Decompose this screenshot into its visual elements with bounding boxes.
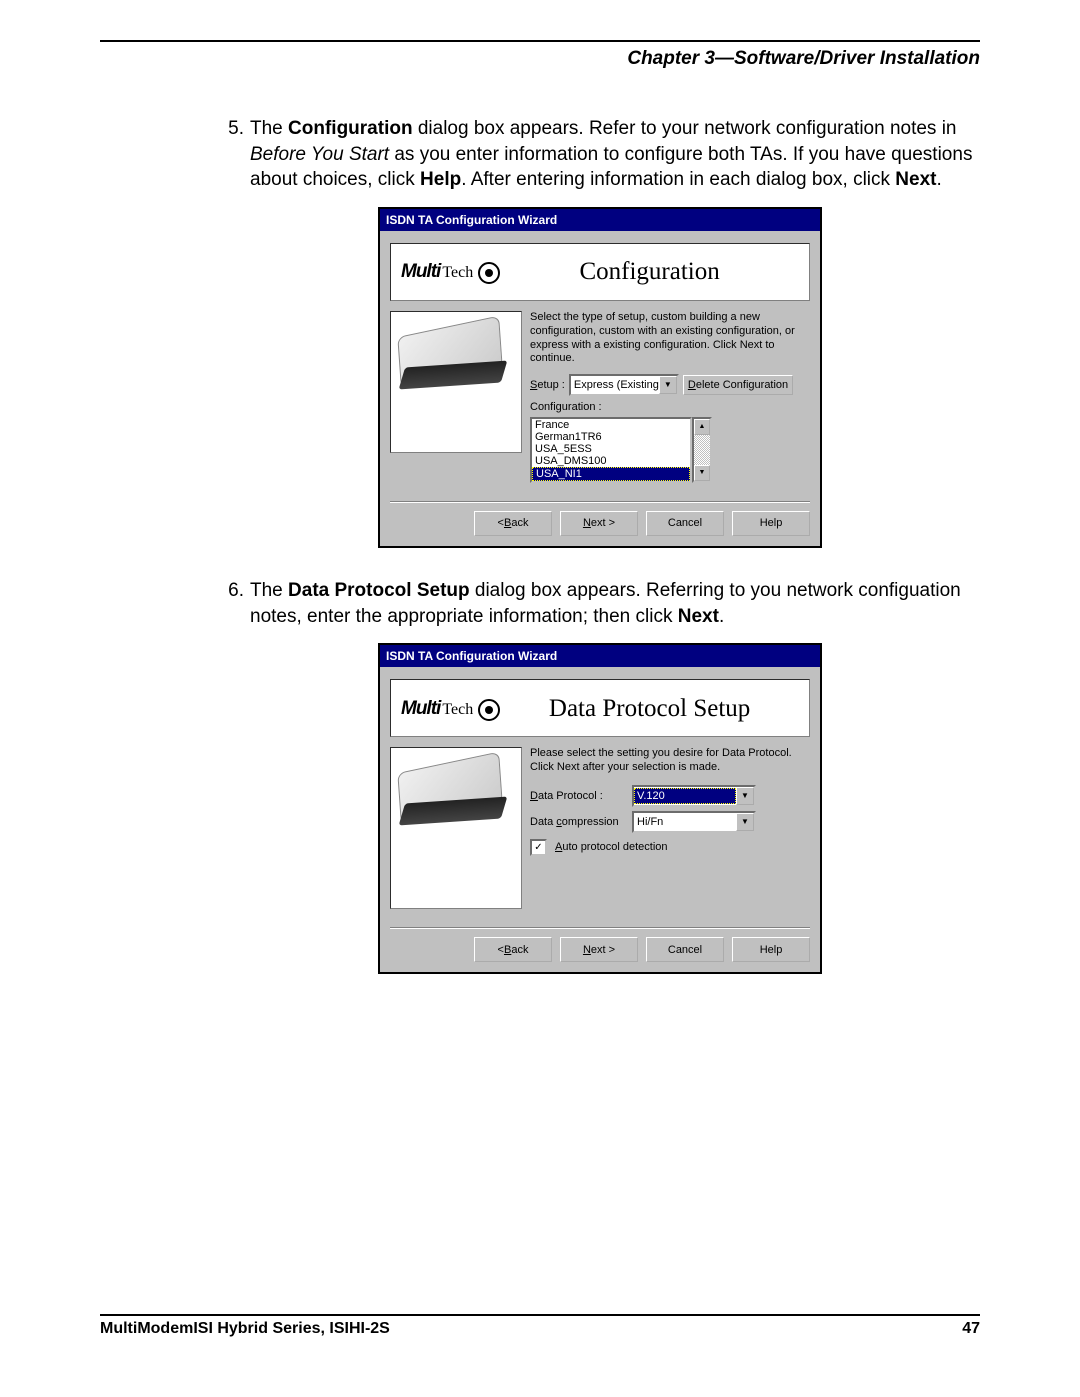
configuration-label: Configuration : [530, 400, 810, 415]
page-footer: MultiModemISI Hybrid Series, ISIHI-2S 47 [100, 1314, 980, 1338]
list-item-selected[interactable]: USA_NI1 [532, 467, 690, 481]
configuration-listbox[interactable]: France German1TR6 USA_5ESS USA_DMS100 US… [530, 417, 692, 483]
delete-configuration-button[interactable]: Delete Configuration [683, 375, 793, 395]
dialog-titlebar: ISDN TA Configuration Wizard [380, 645, 820, 667]
chevron-down-icon[interactable]: ▼ [736, 787, 754, 805]
scroll-down-icon[interactable]: ▼ [694, 465, 710, 481]
back-button[interactable]: < Back [474, 937, 552, 962]
dialog-banner: MultiTech Configuration [390, 243, 810, 301]
step-5-num: 5. [220, 116, 244, 193]
page-number: 47 [962, 1320, 980, 1338]
data-protocol-dropdown[interactable]: V.120 ▼ [632, 785, 756, 807]
scroll-up-icon[interactable]: ▲ [694, 419, 710, 435]
list-item[interactable]: German1TR6 [532, 431, 690, 443]
listbox-scrollbar[interactable]: ▲ ▼ [692, 417, 712, 483]
setup-dropdown[interactable]: Express (Existing) ▼ [569, 374, 679, 396]
step-6: 6. The Data Protocol Setup dialog box ap… [220, 578, 980, 629]
data-compression-dropdown[interactable]: Hi/Fn ▼ [632, 811, 756, 833]
data-protocol-wizard-dialog: ISDN TA Configuration Wizard MultiTech D… [378, 643, 822, 974]
multitech-logo: MultiTech [401, 259, 500, 285]
device-image [390, 311, 522, 453]
device-image [390, 747, 522, 909]
multitech-logo: MultiTech [401, 696, 500, 722]
step-6-num: 6. [220, 578, 244, 629]
cancel-button[interactable]: Cancel [646, 937, 724, 962]
instruction-text: Select the type of setup, custom buildin… [530, 311, 810, 366]
help-button[interactable]: Help [732, 937, 810, 962]
list-item[interactable]: France [532, 419, 690, 431]
chevron-down-icon[interactable]: ▼ [659, 376, 677, 394]
step-5-text: The Configuration dialog box appears. Re… [250, 116, 980, 193]
dialog-titlebar: ISDN TA Configuration Wizard [380, 209, 820, 231]
help-button[interactable]: Help [732, 511, 810, 536]
list-item[interactable]: USA_DMS100 [532, 455, 690, 467]
auto-protocol-label: Auto protocol detection [555, 840, 668, 855]
next-button[interactable]: Next > [560, 511, 638, 536]
chapter-header: Chapter 3—Software/Driver Installation [100, 48, 980, 70]
data-protocol-label: Data Protocol : [530, 789, 628, 804]
logo-dot-icon [478, 699, 500, 721]
instruction-text: Please select the setting you desire for… [530, 747, 810, 775]
back-button[interactable]: < Back [474, 511, 552, 536]
step-6-text: The Data Protocol Setup dialog box appea… [250, 578, 980, 629]
dialog-banner: MultiTech Data Protocol Setup [390, 679, 810, 737]
logo-dot-icon [478, 262, 500, 284]
configuration-wizard-dialog: ISDN TA Configuration Wizard MultiTech C… [378, 207, 822, 548]
step-5: 5. The Configuration dialog box appears.… [220, 116, 980, 193]
chevron-down-icon[interactable]: ▼ [736, 813, 754, 831]
footer-title: MultiModemISI Hybrid Series, ISIHI-2S [100, 1320, 390, 1338]
setup-label: Setup : [530, 378, 565, 393]
list-item[interactable]: USA_5ESS [532, 443, 690, 455]
data-compression-label: Data compression [530, 815, 628, 830]
next-button[interactable]: Next > [560, 937, 638, 962]
banner-title: Data Protocol Setup [500, 692, 799, 726]
cancel-button[interactable]: Cancel [646, 511, 724, 536]
banner-title: Configuration [500, 255, 799, 289]
auto-protocol-checkbox[interactable]: ✓ [530, 839, 547, 856]
